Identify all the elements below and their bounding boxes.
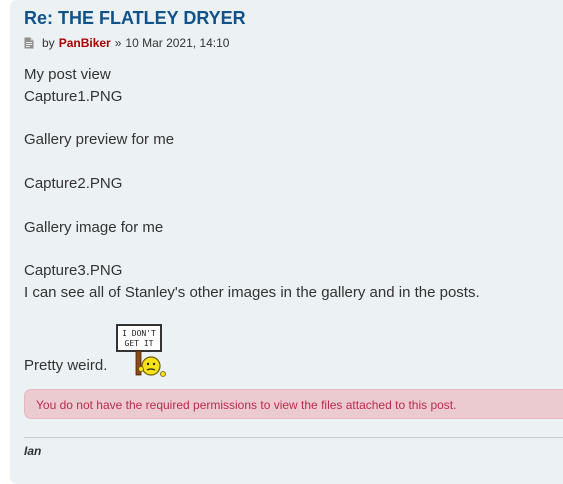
post-date: 10 Mar 2021, 14:10 <box>125 36 230 50</box>
byline-separator: » <box>114 36 122 50</box>
post-permalink-icon[interactable] <box>24 37 34 49</box>
content-line: Gallery image for me <box>24 219 164 236</box>
post-signature: Ian <box>24 444 42 458</box>
post-byline: by PanBiker » 10 Mar 2021, 14:10 <box>24 36 229 50</box>
smiley-sign-line-1: I DON'T <box>122 329 156 338</box>
attachment-permission-notice: You do not have the required permissions… <box>24 389 563 419</box>
content-line: Gallery preview for me <box>24 131 175 148</box>
content-line: Pretty weird. <box>24 357 108 374</box>
attachment-name: Capture2.PNG <box>24 175 123 192</box>
post-title-link[interactable]: Re: THE FLATLEY DRYER <box>24 8 246 29</box>
content-line: My post view <box>24 66 111 83</box>
notice-text: You do not have the required permissions… <box>36 398 457 412</box>
author-link[interactable]: PanBiker <box>59 36 111 50</box>
dont-get-it-smiley: I DON'T GET IT <box>116 324 166 377</box>
attachment-name: Capture1.PNG <box>24 88 123 105</box>
post-container: Re: THE FLATLEY DRYER by PanBiker » 10 M… <box>10 0 563 484</box>
byline-prefix: by <box>42 36 55 50</box>
signature-divider <box>24 437 563 438</box>
content-line: I can see all of Stanley's other images … <box>24 284 480 301</box>
smiley-sign-line-2: GET IT <box>125 339 154 348</box>
attachment-name: Capture3.PNG <box>24 262 123 279</box>
